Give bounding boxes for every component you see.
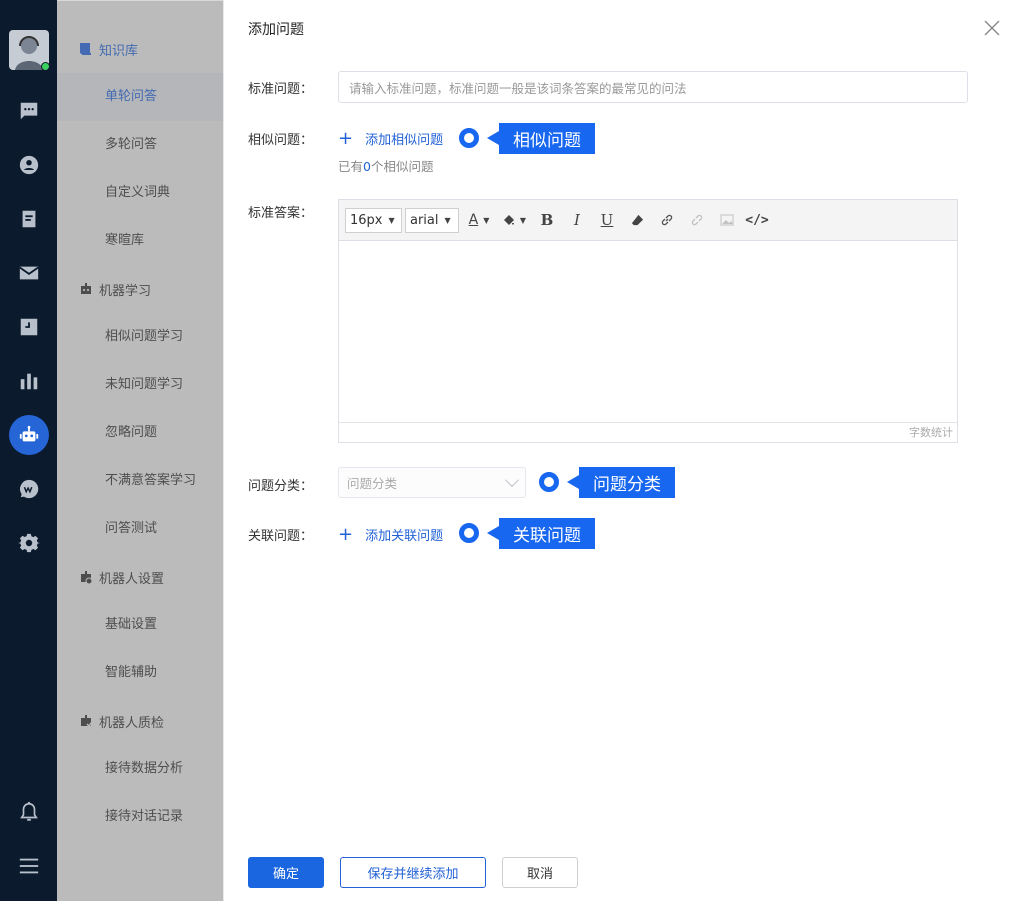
callout-related-question: 关联问题 — [487, 518, 595, 549]
contact-icon[interactable] — [16, 152, 42, 178]
category-label: 问题分类： — [248, 479, 314, 494]
font-color-icon[interactable]: A ▼ — [462, 208, 496, 233]
dialog-title: 添加问题 — [248, 22, 304, 38]
font-family-value: arial — [410, 212, 439, 228]
add-related-question-text: 添加关联问题 — [365, 529, 444, 544]
confirm-button[interactable]: 确定 — [248, 857, 324, 888]
add-similar-question-link[interactable]: + 添加相似问题 — [338, 129, 443, 148]
font-size-value: 16px — [350, 212, 383, 228]
bold-icon[interactable]: B — [532, 208, 562, 233]
mail-icon[interactable] — [16, 260, 42, 286]
standard-answer-label: 标准答案： — [248, 206, 314, 221]
clock-icon[interactable] — [16, 314, 42, 340]
similar-question-count: 已有0个相似问题 — [338, 156, 433, 175]
add-question-dialog: 添加问题 标准问题： 请输入标准问题，标准问题一般是该词条答案的最常见的问法 相… — [223, 0, 1024, 901]
highlight-color-icon[interactable]: ▼ — [496, 208, 532, 233]
word-count: 字数统计 — [339, 422, 957, 442]
callout-marker — [459, 523, 479, 543]
plus-icon: + — [338, 127, 354, 149]
secondary-nav: 知识库 单轮问答 多轮问答 自定义词典 寒暄库 机器学习 相似问题学习 未知问题… — [57, 0, 223, 901]
avatar[interactable] — [9, 30, 49, 70]
robot-icon[interactable] — [9, 415, 49, 455]
chat-icon[interactable] — [16, 98, 42, 124]
similar-question-label: 相似问题： — [248, 133, 314, 148]
chart-icon[interactable] — [16, 368, 42, 394]
category-select[interactable]: 问题分类 — [338, 467, 526, 498]
eraser-icon[interactable] — [622, 208, 652, 233]
hint-suffix: 个相似问题 — [370, 159, 434, 174]
cancel-button[interactable]: 取消 — [502, 857, 578, 888]
caret-down-icon: ▼ — [388, 215, 395, 225]
unlink-icon[interactable] — [682, 208, 712, 233]
settings-icon[interactable] — [16, 530, 42, 556]
close-icon[interactable] — [982, 18, 1002, 38]
plus-icon: + — [338, 523, 354, 545]
hint-count: 0 — [363, 159, 371, 174]
category-placeholder: 问题分类 — [347, 476, 398, 491]
code-icon[interactable]: </> — [742, 208, 772, 233]
editor-toolbar: 16px ▼ arial ▼ A ▼ ▼ B I U </> — [339, 200, 957, 241]
wechat-icon[interactable] — [16, 476, 42, 502]
modal-overlay[interactable] — [57, 1, 223, 901]
underline-icon[interactable]: U — [592, 208, 622, 233]
related-question-label: 关联问题： — [248, 529, 314, 544]
menu-icon[interactable] — [16, 853, 42, 879]
icon-rail — [0, 0, 57, 901]
callout-marker — [539, 472, 559, 492]
callout-category: 问题分类 — [567, 467, 675, 498]
image-icon[interactable] — [712, 208, 742, 233]
callout-marker — [459, 128, 479, 148]
clipboard-icon[interactable] — [16, 206, 42, 232]
bell-icon[interactable] — [16, 799, 42, 825]
font-family-select[interactable]: arial ▼ — [405, 207, 459, 233]
online-status-dot — [41, 62, 49, 70]
editor-content-area[interactable] — [339, 241, 957, 422]
standard-question-input[interactable]: 请输入标准问题，标准问题一般是该词条答案的最常见的问法 — [338, 71, 968, 103]
callout-similar-question: 相似问题 — [487, 123, 595, 154]
font-size-select[interactable]: 16px ▼ — [345, 207, 402, 233]
save-and-continue-button[interactable]: 保存并继续添加 — [340, 857, 486, 888]
rich-text-editor: 16px ▼ arial ▼ A ▼ ▼ B I U </> 字数统计 — [338, 199, 958, 443]
chevron-down-icon — [504, 472, 520, 488]
caret-down-icon: ▼ — [444, 215, 451, 225]
standard-question-placeholder: 请输入标准问题，标准问题一般是该词条答案的最常见的问法 — [349, 80, 687, 96]
add-related-question-link[interactable]: + 添加关联问题 — [338, 525, 443, 544]
hint-prefix: 已有 — [338, 159, 364, 174]
add-similar-question-text: 添加相似问题 — [365, 133, 444, 148]
standard-question-label: 标准问题： — [248, 82, 314, 97]
link-icon[interactable] — [652, 208, 682, 233]
italic-icon[interactable]: I — [562, 208, 592, 233]
